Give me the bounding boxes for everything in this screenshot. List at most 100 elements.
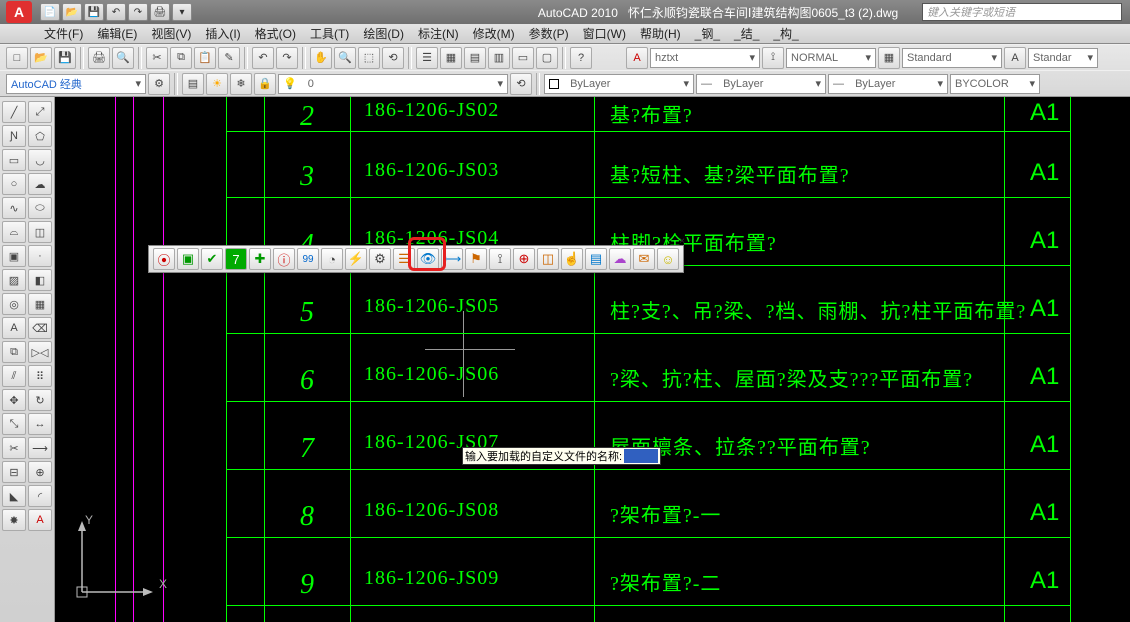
layer-props-icon[interactable]: ▤ (182, 73, 204, 95)
layer-prev-icon[interactable]: ⟲ (510, 73, 532, 95)
linetype-dropdown[interactable]: — ByLayer (696, 74, 826, 94)
pline-icon[interactable]: Ɲ (2, 125, 26, 147)
spline-icon[interactable]: ∿ (2, 197, 26, 219)
menu-window[interactable]: 窗口(W) (579, 25, 630, 42)
paste-button-icon[interactable]: 📋 (194, 47, 216, 69)
insert-block-icon[interactable]: ◫ (28, 221, 52, 243)
plug-check-green-icon[interactable]: ▣ (177, 248, 199, 270)
menu-steel[interactable]: _钢_ (691, 25, 724, 42)
join-icon[interactable]: ⊕ (28, 461, 52, 483)
plugin-toolbar-close-icon[interactable]: × (679, 236, 685, 247)
plug-smile-icon[interactable]: ☺ (657, 248, 679, 270)
trim-icon[interactable]: ✂ (2, 437, 26, 459)
mtext-icon[interactable]: A (2, 317, 26, 339)
app-logo-icon[interactable]: A (6, 1, 32, 23)
menu-file[interactable]: 文件(F) (40, 25, 87, 42)
layer-dropdown[interactable]: 💡 0 (278, 74, 508, 94)
plug-crosshair-icon[interactable]: ⊕ (513, 248, 535, 270)
qat-dropdown-icon[interactable]: ▾ (172, 3, 192, 21)
zoom-prev-icon[interactable]: ⟲ (382, 47, 404, 69)
menu-dimension[interactable]: 标注(N) (414, 25, 463, 42)
menu-parametric[interactable]: 参数(P) (525, 25, 573, 42)
menu-frame[interactable]: _构_ (769, 25, 802, 42)
make-block-icon[interactable]: ▣ (2, 245, 26, 267)
text-style2-icon[interactable]: A (1004, 47, 1026, 69)
chamfer-icon[interactable]: ◣ (2, 485, 26, 507)
menu-tools[interactable]: 工具(T) (306, 25, 353, 42)
save-icon[interactable]: 💾 (84, 3, 104, 21)
font-style-dropdown[interactable]: hztxt (650, 48, 760, 68)
plug-ok-icon[interactable]: ✔ (201, 248, 223, 270)
plug-target-icon[interactable]: ⦿ (153, 248, 175, 270)
menu-view[interactable]: 视图(V) (147, 25, 195, 42)
circle-icon[interactable]: ○ (2, 173, 26, 195)
erase-icon[interactable]: ⌫ (28, 317, 52, 339)
menu-edit[interactable]: 编辑(E) (93, 25, 141, 42)
layer-on-icon[interactable]: ☀ (206, 73, 228, 95)
stretch-icon[interactable]: ↔ (28, 413, 52, 435)
conline-icon[interactable]: ⤢ (28, 101, 52, 123)
fillet-icon[interactable]: ◜ (28, 485, 52, 507)
plug-gear-icon[interactable]: ⚙ (369, 248, 391, 270)
menu-insert[interactable]: 插入(I) (201, 25, 244, 42)
dim-style-icon[interactable]: ⟟ (762, 47, 784, 69)
tooltip-input-field[interactable] (624, 449, 658, 463)
layer-freeze-icon[interactable]: ❄ (230, 73, 252, 95)
text-icon[interactable]: A (28, 509, 52, 531)
scale-icon[interactable]: ⤡ (2, 413, 26, 435)
copy-icon[interactable]: ⧉ (2, 341, 26, 363)
menu-modify[interactable]: 修改(M) (469, 25, 519, 42)
plug-seven-icon[interactable]: 7 (225, 248, 247, 270)
menu-draw[interactable]: 绘图(D) (359, 25, 408, 42)
menu-structure[interactable]: _结_ (730, 25, 763, 42)
plug-doc-icon[interactable]: ▤ (585, 248, 607, 270)
polygon-icon[interactable]: ⬠ (28, 125, 52, 147)
line-icon[interactable]: ╱ (2, 101, 26, 123)
tool-palettes-icon[interactable]: ▤ (464, 47, 486, 69)
plug-tool1-icon[interactable]: ⟟ (489, 248, 511, 270)
array-icon[interactable]: ⠿ (28, 365, 52, 387)
ellipse-arc-icon[interactable]: ⌓ (2, 221, 26, 243)
new-button-icon[interactable]: □ (6, 47, 28, 69)
rect-icon[interactable]: ▭ (2, 149, 26, 171)
table-icon[interactable]: ▦ (28, 293, 52, 315)
menu-help[interactable]: 帮助(H) (636, 25, 685, 42)
ellipse-icon[interactable]: ⬭ (28, 197, 52, 219)
move-icon[interactable]: ✥ (2, 389, 26, 411)
help-icon[interactable]: ? (570, 47, 592, 69)
menu-format[interactable]: 格式(O) (251, 25, 300, 42)
revcloud-icon[interactable]: ☁ (28, 173, 52, 195)
arc-icon[interactable]: ◡ (28, 149, 52, 171)
offset-icon[interactable]: ⫽ (2, 365, 26, 387)
plug-fan-icon[interactable]: ◔ (321, 248, 343, 270)
pan-button-icon[interactable]: ✋ (310, 47, 332, 69)
match-button-icon[interactable]: ✎ (218, 47, 240, 69)
command-tooltip[interactable]: 输入要加载的自定义文件的名称: (462, 447, 661, 465)
plug-mail-icon[interactable]: ✉ (633, 248, 655, 270)
undo-icon[interactable]: ↶ (106, 3, 126, 21)
markup-icon[interactable]: ▭ (512, 47, 534, 69)
lineweight-dropdown[interactable]: — ByLayer (828, 74, 948, 94)
plotstyle-dropdown[interactable]: BYCOLOR (950, 74, 1040, 94)
rotate-icon[interactable]: ↻ (28, 389, 52, 411)
new-icon[interactable]: 📄 (40, 3, 60, 21)
mirror-icon[interactable]: ▷◁ (28, 341, 52, 363)
open-button-icon[interactable]: 📂 (30, 47, 52, 69)
open-icon[interactable]: 📂 (62, 3, 82, 21)
layer-lock-icon[interactable]: 🔒 (254, 73, 276, 95)
zoom-window-icon[interactable]: ⬚ (358, 47, 380, 69)
plot-button-icon[interactable]: 🖨 (88, 47, 110, 69)
plug-info-icon[interactable]: ⓘ (273, 248, 295, 270)
redo-button-icon[interactable]: ↷ (276, 47, 298, 69)
design-center-icon[interactable]: ▦ (440, 47, 462, 69)
preview-button-icon[interactable]: 🔍 (112, 47, 134, 69)
gradient-icon[interactable]: ◧ (28, 269, 52, 291)
plug-layers-icon[interactable]: ◫ (537, 248, 559, 270)
plug-flag-icon[interactable]: ⚑ (465, 248, 487, 270)
point-icon[interactable]: · (28, 245, 52, 267)
cut-button-icon[interactable]: ✂ (146, 47, 168, 69)
plug-bolt-icon[interactable]: ⚡ (345, 248, 367, 270)
hatch-icon[interactable]: ▨ (2, 269, 26, 291)
calc-icon[interactable]: ▢ (536, 47, 558, 69)
text-style-icon[interactable]: A (626, 47, 648, 69)
